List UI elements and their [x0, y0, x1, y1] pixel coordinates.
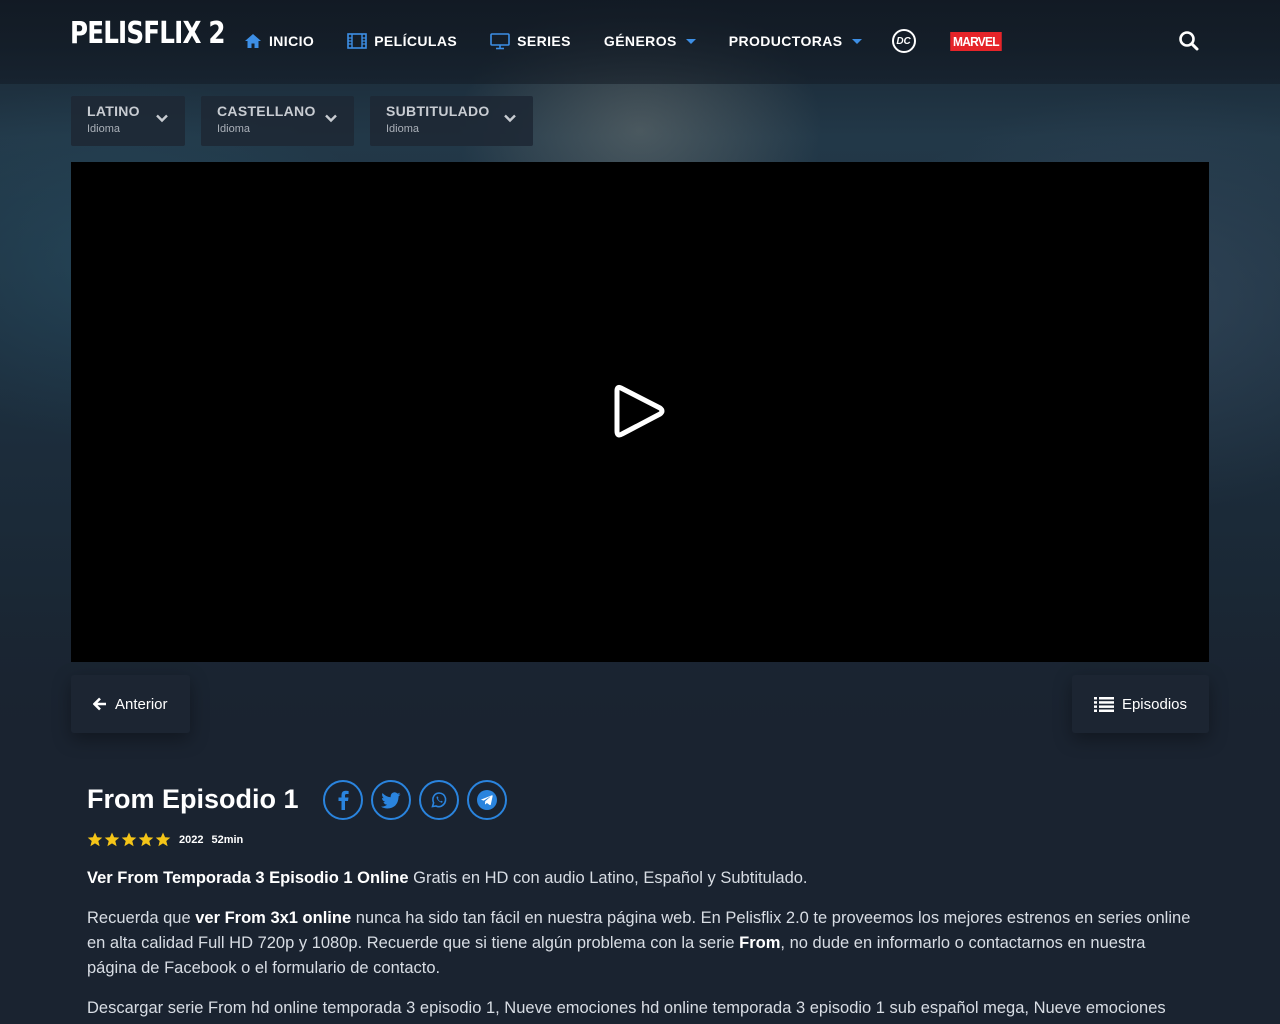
description-paragraph: Recuerda que ver From 3x1 online nunca h… [87, 906, 1197, 981]
nav-generos[interactable]: GÉNEROS [604, 33, 696, 49]
main-nav: INICIO PELÍCULAS SERIES GÉNEROS PRODUCTO… [244, 29, 1003, 53]
facebook-icon [338, 790, 349, 810]
nav-generos-label: GÉNEROS [603, 33, 677, 49]
nav-inicio[interactable]: INICIO [244, 33, 314, 49]
film-icon [347, 33, 367, 49]
chevron-down-icon [504, 114, 516, 123]
star-icon [155, 832, 171, 847]
nav-series[interactable]: SERIES [490, 32, 571, 50]
previous-label: Anterior [115, 695, 168, 713]
nav-peliculas-label: PELÍCULAS [374, 33, 458, 49]
previous-episode-button[interactable]: Anterior [71, 675, 190, 733]
tab-castellano-sub: Idioma [217, 123, 251, 135]
chevron-down-icon [325, 114, 337, 123]
tv-icon [490, 32, 510, 49]
share-twitter-button[interactable] [371, 780, 411, 820]
star-icon [138, 832, 154, 847]
episode-title: From Episodio 1 [87, 784, 299, 814]
chevron-down-icon [156, 114, 168, 123]
search-icon [1179, 31, 1199, 51]
episodes-label: Episodios [1121, 695, 1187, 713]
description-highlight: ver From 3x1 online [195, 909, 352, 927]
play-icon [614, 384, 665, 438]
nav-series-label: SERIES [517, 33, 571, 49]
share-facebook-button[interactable] [323, 780, 363, 820]
share-whatsapp-button[interactable] [419, 780, 459, 820]
star-icon [121, 832, 137, 847]
episode-meta: 2022 52min [87, 832, 243, 847]
nav-productoras-label: PRODUCTORAS [728, 33, 843, 49]
site-logo[interactable]: PELISFLIX 2 [70, 16, 225, 51]
description-highlight: Ver From Temporada 3 Episodio 1 Online [87, 869, 409, 887]
home-icon [245, 34, 261, 48]
play-button[interactable] [612, 381, 668, 441]
telegram-icon [477, 790, 497, 810]
nav-inicio-label: INICIO [269, 33, 315, 49]
share-buttons [323, 780, 507, 820]
description-text: Gratis en HD con audio Latino, Español y… [408, 869, 808, 887]
description-text: Recuerda que [87, 909, 196, 927]
episode-description: Ver From Temporada 3 Episodio 1 Online G… [87, 866, 1197, 1024]
nav-peliculas[interactable]: PELÍCULAS [347, 33, 457, 49]
dc-logo-link[interactable]: DC [891, 29, 916, 53]
star-icon [87, 832, 103, 847]
rating-stars [87, 832, 171, 847]
whatsapp-icon [431, 792, 447, 808]
star-icon [104, 832, 120, 847]
tab-subtitulado-label: SUBTITULADO [386, 103, 490, 119]
description-paragraph: Ver From Temporada 3 Episodio 1 Online G… [87, 866, 1197, 891]
language-tabs: LATINO Idioma CASTELLANO Idioma SUBTITUL… [71, 96, 533, 146]
episode-year: 2022 [179, 833, 204, 846]
description-highlight: From [739, 934, 781, 952]
tab-subtitulado[interactable]: SUBTITULADO Idioma [370, 96, 533, 146]
twitter-icon [381, 791, 401, 808]
search-button[interactable] [1178, 30, 1200, 52]
marvel-logo-link[interactable]: MARVEL [949, 31, 1002, 51]
share-telegram-button[interactable] [467, 780, 507, 820]
tab-castellano[interactable]: CASTELLANO Idioma [201, 96, 354, 146]
caret-down-icon [685, 38, 696, 44]
list-icon [1093, 697, 1114, 712]
tab-latino[interactable]: LATINO Idioma [71, 96, 185, 146]
site-header: PELISFLIX 2 INICIO PELÍCULAS SERIES GÉNE… [0, 0, 1280, 84]
nav-productoras[interactable]: PRODUCTORAS [729, 33, 862, 49]
episode-duration: 52min [211, 833, 244, 846]
tab-castellano-label: CASTELLANO [217, 103, 316, 119]
tab-subtitulado-sub: Idioma [386, 123, 420, 135]
episodes-list-button[interactable]: Episodios [1071, 675, 1209, 733]
arrow-left-icon [93, 697, 106, 711]
description-paragraph: Descargar serie From hd online temporada… [87, 999, 1166, 1017]
caret-down-icon [851, 38, 862, 44]
